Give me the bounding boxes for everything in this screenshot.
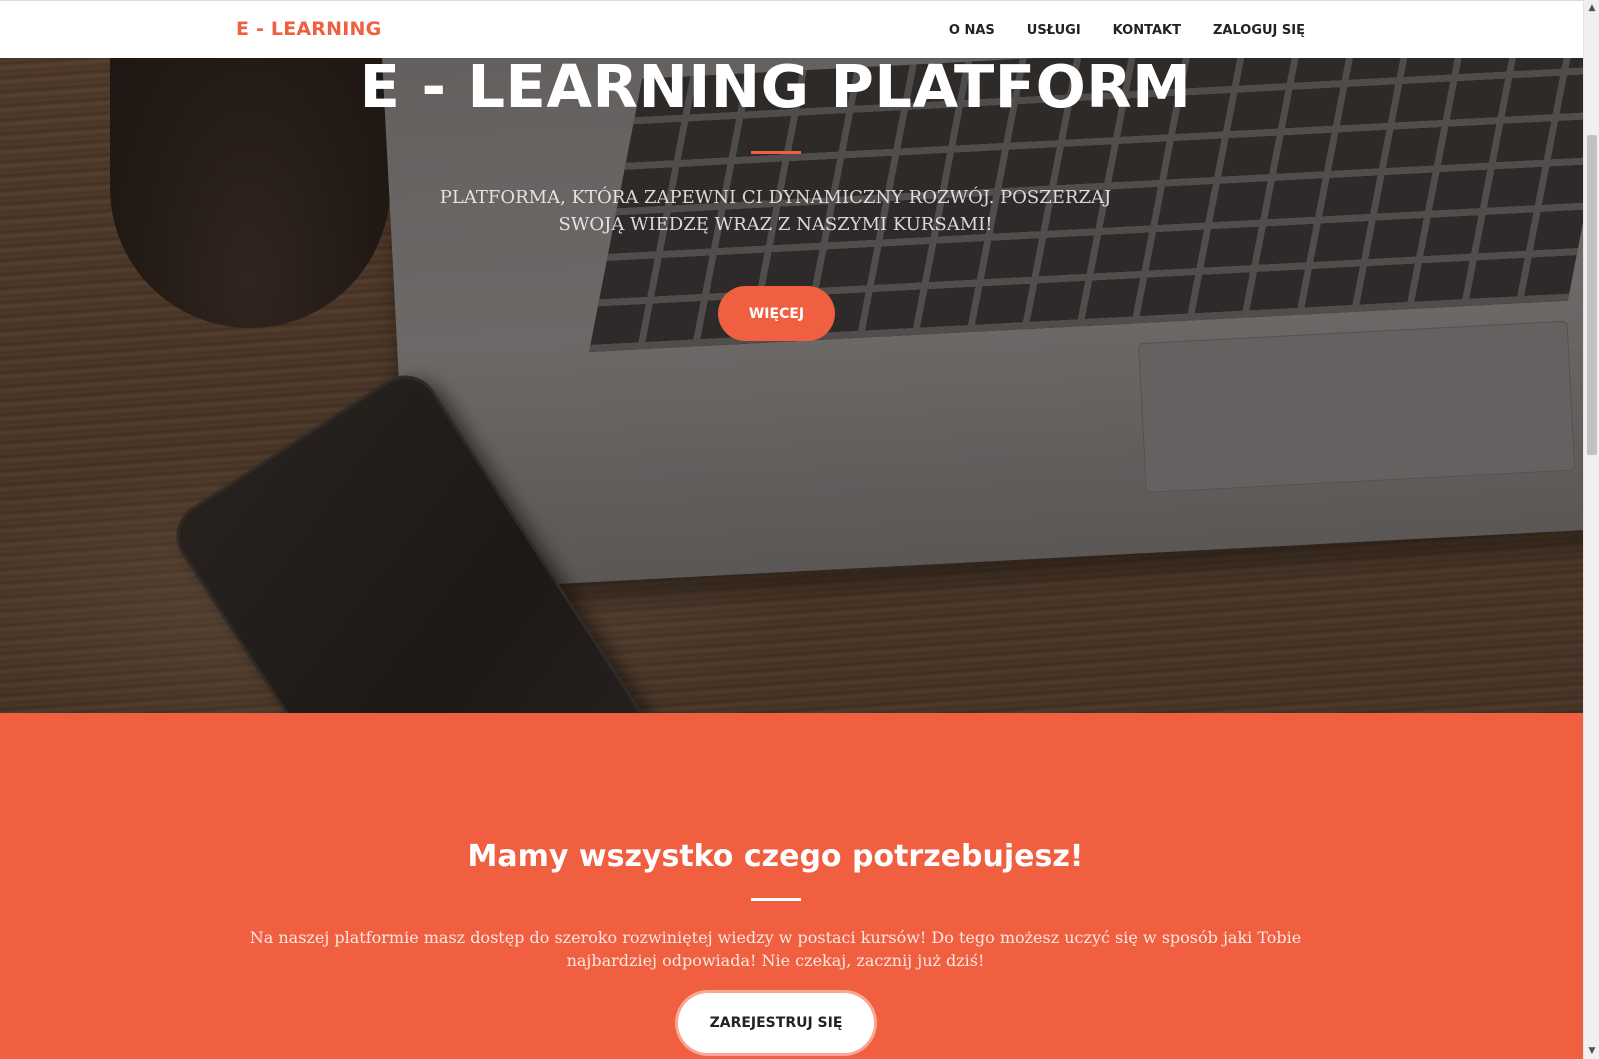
- section-text: Na naszej platformie masz dostęp do szer…: [249, 928, 1302, 970]
- nav-link-uslugi[interactable]: USŁUGI: [1027, 23, 1081, 38]
- nav-link-zaloguj[interactable]: ZALOGUJ SIĘ: [1213, 23, 1305, 38]
- nav-links: O NAS USŁUGI KONTAKT ZALOGUJ SIĘ: [917, 1, 1305, 59]
- vertical-scrollbar[interactable]: ▲ ▼: [1583, 0, 1599, 1059]
- register-button[interactable]: ZAREJESTRUJ SIĘ: [678, 993, 874, 1053]
- section-title: Mamy wszystko czego potrzebujesz!: [467, 839, 1084, 874]
- section-divider: [751, 898, 801, 901]
- hero-section: E - LEARNING PLATFORM PLATFORMA, KTÓRA Z…: [0, 58, 1583, 727]
- nav-link-o-nas[interactable]: O NAS: [949, 23, 995, 38]
- page-content: E - LEARNING O NAS USŁUGI KONTAKT ZALOGU…: [0, 0, 1583, 1059]
- hero-overlay: [0, 58, 1583, 727]
- scroll-down-arrow-icon[interactable]: ▼: [1584, 1043, 1599, 1059]
- top-navbar: E - LEARNING O NAS USŁUGI KONTAKT ZALOGU…: [0, 0, 1583, 58]
- hero-divider: [751, 151, 801, 154]
- about-section: Mamy wszystko czego potrzebujesz! Na nas…: [0, 713, 1583, 1059]
- hero-title: E - LEARNING PLATFORM: [359, 58, 1192, 121]
- nav-link-kontakt[interactable]: KONTAKT: [1113, 23, 1181, 38]
- more-button[interactable]: WIĘCEJ: [718, 286, 835, 341]
- scrollbar-thumb[interactable]: [1587, 135, 1597, 455]
- page: E - LEARNING O NAS USŁUGI KONTAKT ZALOGU…: [0, 0, 1599, 1059]
- hero-subtitle: PLATFORMA, KTÓRA ZAPEWNI CI DYNAMICZNY R…: [439, 187, 1112, 235]
- scroll-up-arrow-icon[interactable]: ▲: [1584, 0, 1599, 16]
- brand-logo-link[interactable]: E - LEARNING: [236, 18, 381, 40]
